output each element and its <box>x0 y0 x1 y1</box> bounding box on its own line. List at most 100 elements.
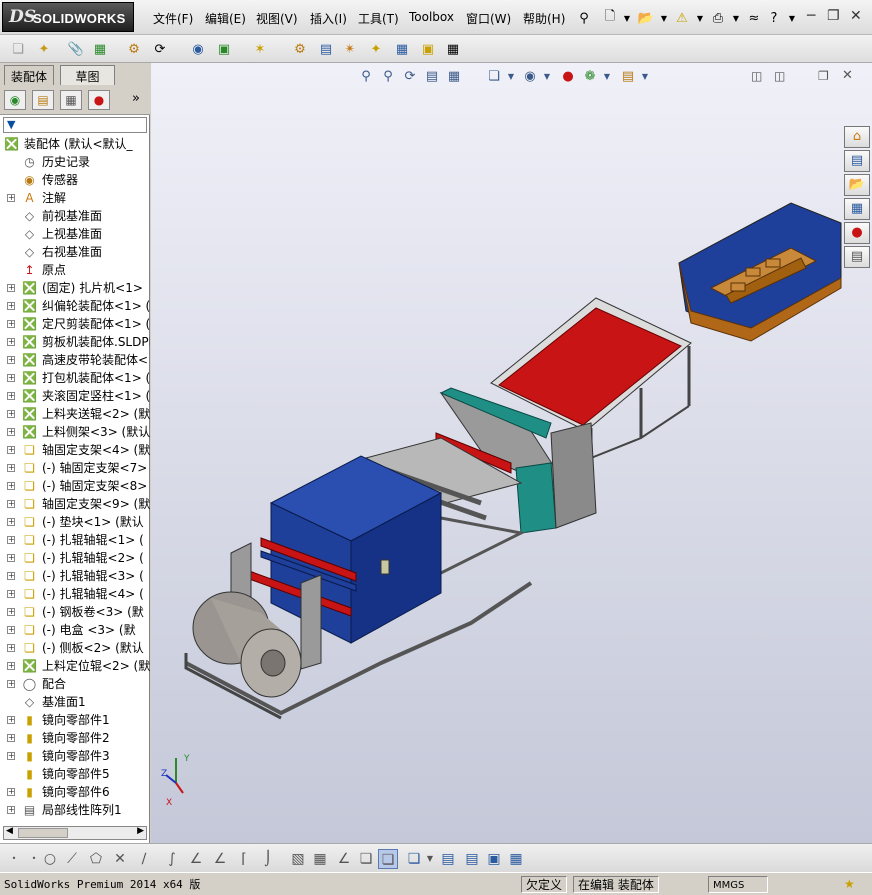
expand-icon[interactable]: + <box>7 536 15 544</box>
expand-icon[interactable]: + <box>7 338 15 346</box>
smart-dimension-icon[interactable]: ▧ <box>288 849 308 869</box>
appearance-manager-icon[interactable]: ● <box>88 90 110 110</box>
grid-icon[interactable]: ▦ <box>310 849 330 869</box>
tree-node[interactable]: + ❏ 轴固定支架<9> (默 <box>0 495 150 513</box>
tree-node[interactable]: + ▮ 镜向零部件1 <box>0 711 150 729</box>
tree-node[interactable]: + ❏ (-) 扎辊轴辊<1> ( <box>0 531 150 549</box>
offset-icon[interactable]: ∠ <box>186 849 206 869</box>
tree-node[interactable]: + A 注解 <box>0 189 150 207</box>
tree-node[interactable]: + ❎ 定尺剪装配体<1> ( <box>0 315 150 333</box>
tree-node[interactable]: + ❎ 上料夹送辊<2> (默 <box>0 405 150 423</box>
expand-icon[interactable]: + <box>7 500 15 508</box>
expand-icon[interactable]: + <box>7 806 15 814</box>
line-icon[interactable]: ⟋ <box>62 849 82 869</box>
chevron-down-icon[interactable]: ▼ <box>726 8 746 28</box>
expand-icon[interactable]: + <box>7 734 15 742</box>
tab-sketch[interactable]: 草图 <box>60 65 115 85</box>
expand-icon[interactable]: + <box>7 680 15 688</box>
tree-node[interactable]: ❎ 装配体 (默认<默认_ <box>0 135 150 153</box>
expand-icon[interactable]: + <box>7 428 15 436</box>
scroll-right-icon[interactable]: ▶ <box>137 826 144 836</box>
tree-node[interactable]: + ❎ 上料侧架<3> (默认 <box>0 423 150 441</box>
menu-toolbox[interactable]: Toolbox <box>409 10 454 24</box>
chevron-down-icon[interactable]: ▼ <box>782 8 802 28</box>
reference-geometry-icon[interactable]: ✶ <box>250 39 270 59</box>
expand-icon[interactable]: + <box>7 788 15 796</box>
expand-icon[interactable]: + <box>7 518 15 526</box>
graphics-area[interactable]: ⚲ ⚲ ⟳ ▤ ▦ ❏ ▼ ◉ ▼ ● ❁ ▼ ▤ ▼ ◫ ◫ ❐ ✕ Y Z … <box>151 63 872 843</box>
chevron-down-icon[interactable]: ▼ <box>690 8 710 28</box>
minimize-icon[interactable]: ─ <box>807 8 815 24</box>
expand-icon[interactable]: + <box>7 392 15 400</box>
expand-icon[interactable]: + <box>7 716 15 724</box>
view-palette-icon[interactable]: ▦ <box>844 198 870 220</box>
configuration-manager-icon[interactable]: ▦ <box>60 90 82 110</box>
print-icon[interactable]: ⎙ <box>708 8 728 28</box>
expand-icon[interactable]: + <box>7 608 15 616</box>
tree-node[interactable]: + ❎ 高速皮带轮装配体< <box>0 351 150 369</box>
home-icon[interactable]: ⌂ <box>844 126 870 148</box>
tree-node[interactable]: + ❏ 轴固定支架<4> (默 <box>0 441 150 459</box>
expand-icon[interactable]: + <box>7 626 15 634</box>
expand-icon[interactable]: + <box>7 446 15 454</box>
tree-node[interactable]: + ❎ 打包机装配体<1> ( <box>0 369 150 387</box>
expand-icon[interactable]: + <box>7 194 15 202</box>
fillet-icon[interactable]: ∫ <box>162 849 182 869</box>
chevron-down-icon[interactable]: ▼ <box>654 8 674 28</box>
menu-insert[interactable]: 插入(I) <box>310 10 347 27</box>
appearances-scenes-icon[interactable]: ● <box>844 222 870 244</box>
file-explorer-icon[interactable]: 📂 <box>844 174 870 196</box>
tree-node[interactable]: + ❎ 剪板机装配体.SLDPR <box>0 333 150 351</box>
tree-node[interactable]: + ❏ (-) 侧板<2> (默认 <box>0 639 150 657</box>
expand-icon[interactable]: + <box>7 374 15 382</box>
menu-window[interactable]: 窗口(W) <box>466 10 511 27</box>
feature-manager-icon[interactable]: ◉ <box>4 90 26 110</box>
tree-node[interactable]: + ❏ (-) 轴固定支架<8> <box>0 477 150 495</box>
design-library-icon[interactable]: ▤ <box>844 150 870 172</box>
property-manager-icon[interactable]: ▤ <box>32 90 54 110</box>
tree-node[interactable]: ◷ 历史记录 <box>0 153 150 171</box>
expand-icon[interactable]: + <box>7 320 15 328</box>
single-view-icon[interactable]: ▣ <box>484 849 504 869</box>
circle-icon[interactable]: ○ <box>40 849 60 869</box>
menu-edit[interactable]: 编辑(E) <box>205 10 246 27</box>
angle-icon[interactable]: ∠ <box>334 849 354 869</box>
new-motion-study-icon[interactable]: ⚙ <box>290 39 310 59</box>
menu-tools[interactable]: 工具(T) <box>358 10 399 27</box>
tree-node[interactable]: + ❏ (-) 扎辊轴辊<3> ( <box>0 567 150 585</box>
clearance-icon[interactable]: ▣ <box>418 39 438 59</box>
trim-icon[interactable]: ✕ <box>110 849 130 869</box>
expand-icon[interactable]: + <box>7 464 15 472</box>
four-view-icon[interactable]: ▦ <box>506 849 526 869</box>
tree-node[interactable]: ▮ 镜向零部件5 <box>0 765 150 783</box>
tree-node[interactable]: + ❏ (-) 扎辊轴辊<4> ( <box>0 585 150 603</box>
tab-assembly[interactable]: 装配体 <box>4 65 55 85</box>
expand-icon[interactable]: + <box>7 590 15 598</box>
menu-view[interactable]: 视图(V) <box>256 10 298 27</box>
linear-pattern-icon[interactable]: ▦ <box>90 39 110 59</box>
bill-of-materials-icon[interactable]: ▤ <box>316 39 336 59</box>
expand-icon[interactable]: + <box>7 482 15 490</box>
tree-node[interactable]: + ▤ 局部线性阵列1 <box>0 801 150 819</box>
chevron-down-icon[interactable]: ▼ <box>420 849 440 869</box>
tree-node[interactable]: ↥ 原点 <box>0 261 150 279</box>
convert-entities-icon[interactable]: ∠ <box>210 849 230 869</box>
instant3d-icon[interactable]: ▦ <box>443 39 463 59</box>
smart-fasteners-icon[interactable]: ⚙ <box>124 39 144 59</box>
tree-node[interactable]: + ▮ 镜向零部件2 <box>0 729 150 747</box>
tree-node[interactable]: ◇ 右视基准面 <box>0 243 150 261</box>
warning-icon[interactable]: ⚠ <box>672 8 692 28</box>
tree-node[interactable]: ◇ 上视基准面 <box>0 225 150 243</box>
tree-node[interactable]: + ❎ (固定) 扎片机<1> <box>0 279 150 297</box>
tree-node[interactable]: + ❎ 夹滚固定竖柱<1> ( <box>0 387 150 405</box>
dimension-icon[interactable]: ⌡ <box>258 849 278 869</box>
scroll-thumb[interactable] <box>18 828 68 838</box>
tree-node[interactable]: + ❏ (-) 轴固定支架<7> <box>0 459 150 477</box>
tree-node[interactable]: + ❏ (-) 电盒 <3> (默 <box>0 621 150 639</box>
menu-help[interactable]: 帮助(H) <box>523 10 565 27</box>
expand-icon[interactable]: + <box>7 662 15 670</box>
tree-node[interactable]: + ❎ 上料定位辊<2> (默 <box>0 657 150 675</box>
open-folder-icon[interactable]: 📂 <box>636 8 656 28</box>
expand-icon[interactable]: + <box>7 554 15 562</box>
tree-filter-field[interactable]: ▼ <box>3 117 147 133</box>
